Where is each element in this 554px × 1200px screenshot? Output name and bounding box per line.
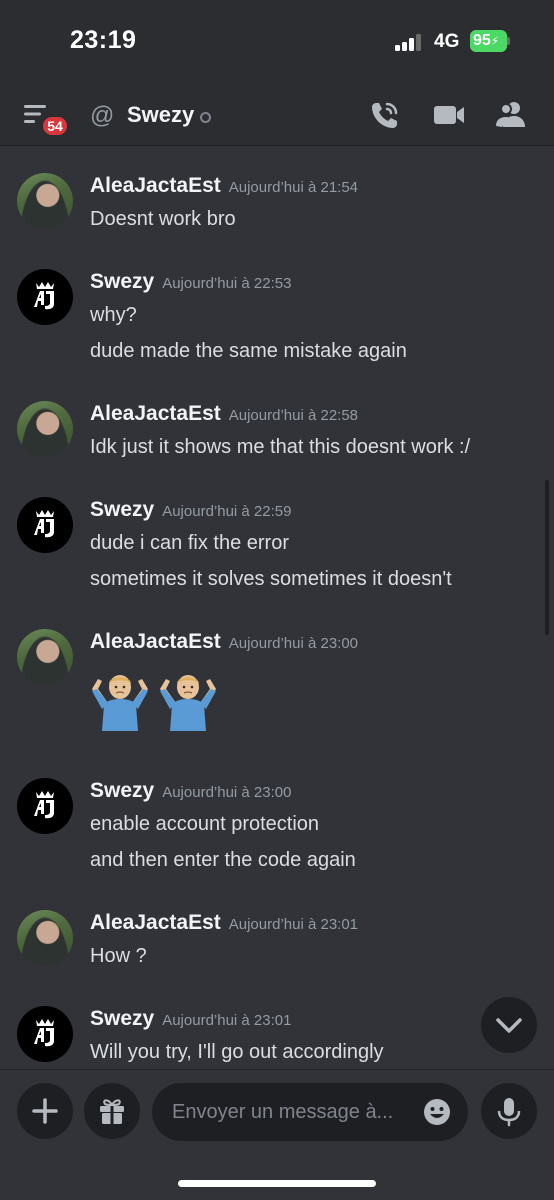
gift-button[interactable] [84, 1083, 140, 1139]
avatar[interactable] [17, 629, 73, 685]
at-icon: @ [90, 102, 115, 129]
aj-crown-logo-icon [34, 1019, 54, 1047]
message-header: AleaJactaEst Aujourd’hui à 23:01 [90, 911, 358, 935]
author-name[interactable]: AleaJactaEst [90, 911, 221, 934]
channel-header: 54 @ Swezy [0, 80, 554, 146]
notification-badge: 54 [40, 114, 70, 138]
message-text: Doesnt work bro [90, 208, 236, 230]
message-text: dude made the same mistake again [90, 340, 407, 362]
timestamp: Aujourd’hui à 23:00 [162, 784, 292, 801]
gift-icon [100, 1099, 124, 1124]
timestamp: Aujourd’hui à 22:59 [162, 503, 292, 520]
message-list[interactable]: AleaJactaEst Aujourd’hui à 21:54 Doesnt w… [0, 147, 554, 1069]
battery-tip [507, 37, 510, 45]
author-name[interactable]: AleaJactaEst [90, 630, 221, 653]
battery-percent: 95 [473, 32, 491, 49]
timestamp: Aujourd’hui à 23:01 [228, 916, 359, 933]
message-text: Will you try, I'll go out accordingly [90, 1041, 384, 1063]
video-camera-icon[interactable] [432, 98, 466, 132]
message-header: AleaJactaEst Aujourd’hui à 21:54 [90, 174, 358, 198]
status-bar: 23:19 4G 95⚡ [0, 0, 554, 80]
avatar[interactable] [17, 173, 73, 229]
author-name[interactable]: AleaJactaEst [90, 174, 221, 197]
message-input[interactable] [152, 1083, 468, 1141]
chevron-down-icon [496, 1018, 522, 1033]
message-header: Swezy Aujourd’hui à 23:01 [90, 1007, 291, 1031]
avatar[interactable] [17, 269, 73, 325]
author-name[interactable]: Swezy [90, 498, 154, 521]
timestamp: Aujourd’hui à 23:00 [228, 635, 359, 652]
author-name[interactable]: Swezy [90, 779, 154, 802]
avatar[interactable] [17, 401, 73, 457]
author-name[interactable]: AleaJactaEst [90, 402, 221, 425]
jump-to-latest-button[interactable] [481, 997, 537, 1053]
plus-icon [32, 1098, 58, 1124]
members-icon[interactable] [494, 98, 528, 132]
status-time: 23:19 [70, 26, 137, 54]
message-text: sometimes it solves sometimes it doesn't [90, 568, 452, 590]
charging-bolt-icon: ⚡ [490, 34, 500, 48]
add-attachment-button[interactable] [17, 1083, 73, 1139]
message-text: and then enter the code again [90, 849, 356, 871]
home-indicator[interactable] [178, 1180, 376, 1187]
message-header: Swezy Aujourd’hui à 23:00 [90, 779, 291, 803]
aj-crown-logo-icon [34, 282, 54, 310]
timestamp: Aujourd’hui à 23:01 [162, 1012, 292, 1029]
phone-call-icon[interactable] [368, 98, 402, 132]
network-type: 4G [434, 31, 460, 52]
message-header: Swezy Aujourd’hui à 22:59 [90, 498, 291, 522]
message-text: Idk just it shows me that this doesnt wo… [90, 436, 471, 458]
voice-message-button[interactable] [481, 1083, 537, 1139]
timestamp: Aujourd’hui à 22:53 [162, 275, 292, 292]
avatar[interactable] [17, 1006, 73, 1062]
message-text: why? [90, 304, 137, 326]
message-header: AleaJactaEst Aujourd’hui à 23:00 [90, 630, 358, 654]
message-header: Swezy Aujourd’hui à 22:53 [90, 270, 291, 294]
battery-level: 95⚡ [470, 30, 507, 52]
avatar[interactable] [17, 497, 73, 553]
avatar[interactable] [17, 910, 73, 966]
person-shrugging-icon[interactable] [88, 667, 152, 731]
aj-crown-logo-icon [34, 510, 54, 538]
scrollbar[interactable] [545, 480, 549, 635]
message-header: AleaJactaEst Aujourd’hui à 22:58 [90, 402, 358, 426]
aj-crown-logo-icon [34, 791, 54, 819]
menu-button[interactable]: 54 [22, 104, 70, 144]
message-text: How ? [90, 945, 147, 967]
message-text: dude i can fix the error [90, 532, 289, 554]
microphone-icon [497, 1098, 521, 1127]
offline-status-icon [200, 112, 211, 123]
emoji-icon[interactable] [422, 1097, 452, 1127]
message-text: enable account protection [90, 813, 320, 835]
emoji-row [88, 667, 220, 731]
avatar[interactable] [17, 778, 73, 834]
author-name[interactable]: Swezy [90, 1007, 154, 1030]
message-text-field[interactable] [172, 1083, 412, 1141]
person-shrugging-icon[interactable] [156, 667, 220, 731]
timestamp: Aujourd’hui à 21:54 [228, 179, 359, 196]
timestamp: Aujourd’hui à 22:58 [228, 407, 359, 424]
signal-strength-icon [395, 33, 425, 51]
channel-name[interactable]: Swezy [127, 102, 194, 128]
author-name[interactable]: Swezy [90, 270, 154, 293]
